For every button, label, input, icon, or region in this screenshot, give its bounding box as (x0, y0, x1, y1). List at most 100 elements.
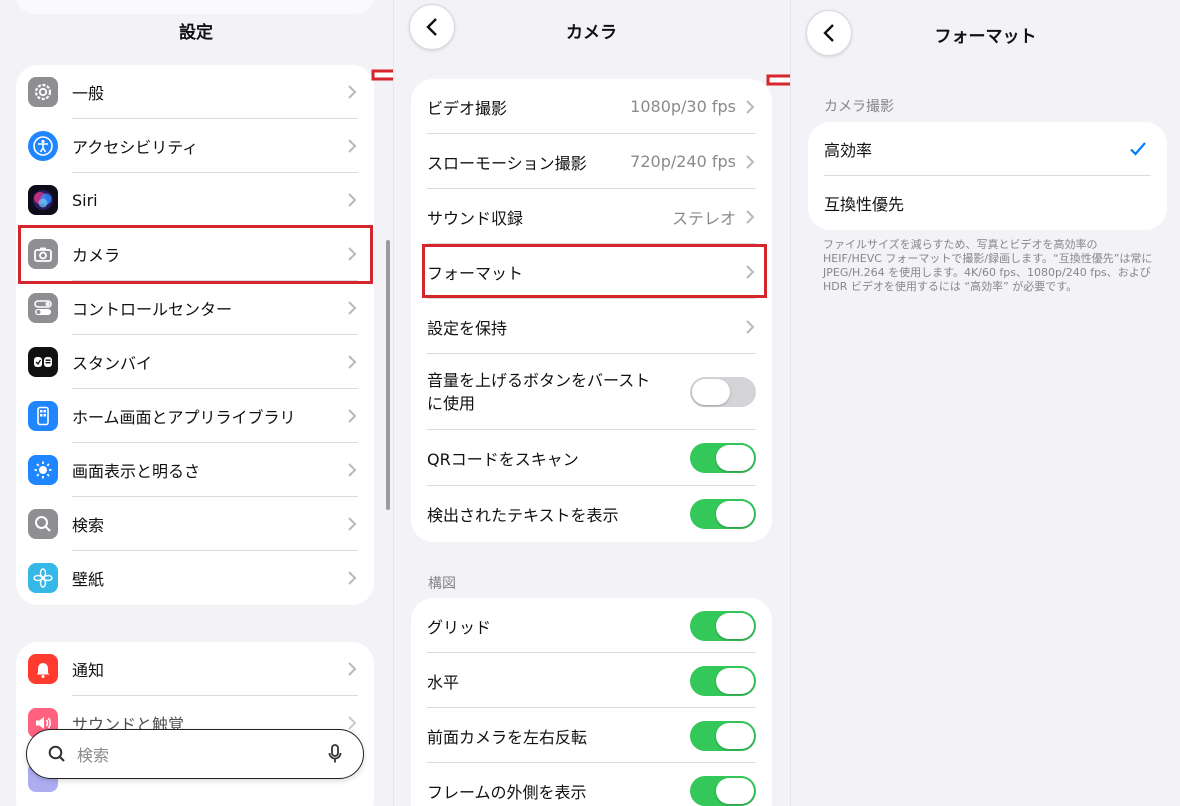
camera-row-value: 720p/240 fps (630, 152, 736, 171)
chevron-right-icon (348, 517, 357, 531)
formats-highlight-box (422, 244, 767, 298)
show-detected-text-toggle[interactable] (690, 499, 756, 529)
format-option-most-compatible[interactable]: 互換性優先 (808, 176, 1167, 230)
gear-icon (28, 77, 58, 107)
camera-row-label: 音量を上げるボタンをバースト (427, 371, 651, 390)
chevron-right-icon (746, 209, 755, 224)
format-option-label: 高効率 (824, 141, 873, 160)
scrollbar[interactable] (386, 240, 390, 510)
settings-row-label: アクセシビリティ (72, 138, 199, 157)
grid-toggle[interactable] (690, 610, 756, 641)
home-screen-icon (28, 401, 58, 431)
toggle-knob (692, 379, 730, 405)
chevron-right-icon (348, 139, 357, 153)
composition-row-grid: グリッド (411, 598, 772, 653)
settings-row-wallpaper[interactable]: 壁紙 (16, 551, 374, 605)
settings-row-search[interactable]: 検索 (16, 497, 374, 551)
settings-row-control-center[interactable]: コントロールセンター (16, 281, 374, 335)
mirror-front-camera-toggle[interactable] (690, 720, 756, 751)
format-footnote: ファイルサイズを減らすため、写真とビデオを高効率のHEIF/HEVC フォーマッ… (823, 238, 1153, 293)
siri-icon (28, 185, 58, 215)
settings-secondary-list: 通知 サウンドと触覚 (16, 642, 374, 806)
toggle-knob (716, 501, 754, 527)
settings-row-label: 壁紙 (72, 570, 105, 589)
composition-row-label: 前面カメラを左右反転 (427, 727, 588, 747)
settings-row-standby[interactable]: スタンバイ (16, 335, 374, 389)
format-option-high-efficiency[interactable]: 高効率 (808, 122, 1167, 176)
view-outside-frame-toggle[interactable] (690, 775, 756, 806)
camera-row-label: 設定を保持 (427, 318, 508, 338)
chevron-right-icon (348, 355, 357, 369)
section-header-composition: 構図 (428, 576, 456, 592)
toggle-knob (716, 667, 754, 694)
camera-row-label: スローモーション撮影 (427, 153, 587, 173)
camera-row-scan-qr: QRコードをスキャン (411, 430, 772, 486)
settings-row-notifications[interactable]: 通知 (16, 642, 374, 696)
standby-icon (28, 347, 58, 377)
chevron-right-icon (348, 193, 357, 207)
camera-row-value: ステレオ (671, 208, 736, 228)
brightness-icon (28, 455, 58, 485)
camera-row-value: 1080p/30 fps (630, 97, 736, 116)
microphone-icon[interactable] (327, 743, 343, 765)
chevron-right-icon (348, 716, 357, 730)
settings-row-accessibility[interactable]: アクセシビリティ (16, 119, 374, 173)
camera-row-label: 検出されたテキストを表示 (427, 506, 619, 525)
chevron-right-icon (348, 662, 357, 676)
settings-row-label: 検索 (72, 516, 105, 535)
camera-settings-list: ビデオ撮影 1080p/30 fps スローモーション撮影 720p/240 f… (411, 79, 772, 542)
page-title: フォーマット (934, 27, 1037, 47)
page-title: 設定 (179, 23, 213, 43)
chevron-right-icon (746, 154, 755, 169)
chevron-right-icon (348, 409, 357, 423)
settings-row-label: Siri (72, 190, 98, 210)
settings-row-label: 通知 (72, 661, 105, 680)
camera-row-slow-motion[interactable]: スローモーション撮影 720p/240 fps (411, 134, 772, 189)
chevron-right-icon (746, 319, 755, 334)
settings-row-general[interactable]: 一般 (16, 65, 374, 119)
composition-row-level: 水平 (411, 653, 772, 708)
toggle-knob (716, 777, 754, 804)
composition-row-mirror-front: 前面カメラを左右反転 (411, 708, 772, 763)
chevron-right-icon (348, 463, 357, 477)
checkmark-icon (1130, 142, 1146, 156)
control-center-icon (28, 293, 58, 323)
section-header-camera-capture: カメラ撮影 (824, 99, 894, 115)
settings-panel: 設定 一般 アクセシビリティ Siri カメラ コントロールセンター スタンバイ… (0, 0, 392, 806)
settings-row-label: スタンバイ (72, 354, 153, 373)
camera-row-show-detected-text: 検出されたテキストを表示 (411, 486, 772, 542)
page-title: カメラ (566, 23, 617, 43)
settings-row-label: コントロールセンター (72, 300, 233, 319)
toggle-knob (716, 722, 754, 749)
settings-row-label: 画面表示と明るさ (72, 462, 201, 481)
search-icon (28, 509, 58, 539)
format-options-list: 高効率 互換性優先 (808, 122, 1167, 230)
settings-main-list: 一般 アクセシビリティ Siri カメラ コントロールセンター スタンバイ ホー… (16, 65, 374, 605)
settings-row-home-screen[interactable]: ホーム画面とアプリライブラリ (16, 389, 374, 443)
search-icon (48, 745, 65, 762)
scan-qr-toggle[interactable] (690, 443, 756, 473)
toggle-knob (716, 612, 754, 639)
chevron-right-icon (348, 571, 357, 585)
camera-row-sound-recording[interactable]: サウンド収録 ステレオ (411, 189, 772, 244)
chevron-right-icon (348, 301, 357, 315)
search-placeholder: 検索 (77, 746, 110, 765)
settings-row-display-brightness[interactable]: 画面表示と明るさ (16, 443, 374, 497)
camera-row-video-recording[interactable]: ビデオ撮影 1080p/30 fps (411, 79, 772, 134)
composition-list: グリッド 水平 前面カメラを左右反転 フレームの外側を表示 (411, 598, 772, 806)
camera-row-label-line2: に使用 (427, 394, 476, 413)
search-field[interactable]: 検索 (26, 729, 364, 779)
camera-row-volume-burst: 音量を上げるボタンをバースト に使用 (411, 354, 772, 430)
settings-row-siri[interactable]: Siri (16, 173, 374, 227)
camera-row-preserve-settings[interactable]: 設定を保持 (411, 299, 772, 354)
wallpaper-icon (28, 563, 58, 593)
volume-burst-toggle[interactable] (690, 377, 756, 407)
camera-row-label: サウンド収録 (427, 208, 524, 228)
chevron-right-icon (348, 85, 357, 99)
formats-panel: フォーマット カメラ撮影 高効率 互換性優先 ファイルサイズを減らすため、写真と… (790, 0, 1180, 806)
notification-icon (28, 654, 58, 684)
format-option-label: 互換性優先 (824, 195, 905, 214)
camera-row-label: ビデオ撮影 (427, 98, 508, 118)
composition-row-label: グリッド (427, 617, 492, 637)
level-toggle[interactable] (690, 665, 756, 696)
